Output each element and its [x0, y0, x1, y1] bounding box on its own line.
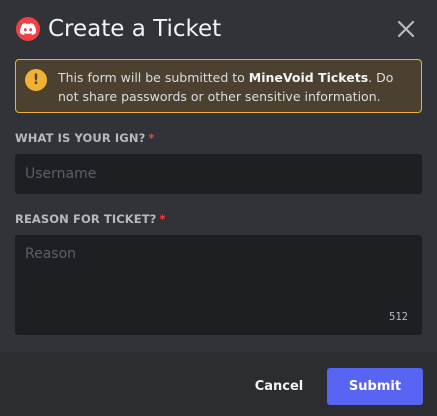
warning-text: This form will be submitted to MineVoid … — [58, 68, 413, 106]
ign-input[interactable] — [15, 154, 422, 194]
reason-textarea[interactable] — [15, 235, 422, 335]
exclamation-icon: ! — [25, 69, 47, 91]
required-marker: * — [159, 212, 166, 226]
create-ticket-modal: Create a Ticket ! This form will be subm… — [0, 0, 437, 416]
ign-label-text: WHAT IS YOUR IGN? — [15, 131, 146, 145]
warning-text-start: This form will be submitted to — [58, 70, 249, 85]
submit-button[interactable]: Submit — [327, 368, 423, 405]
character-counter: 512 — [389, 311, 408, 323]
modal-title: Create a Ticket — [48, 16, 222, 42]
ign-field-label: WHAT IS YOUR IGN? * — [15, 131, 154, 145]
discord-icon — [16, 17, 40, 41]
reason-label-text: REASON FOR TICKET? — [15, 212, 157, 226]
warning-notice: ! This form will be submitted to MineVoi… — [15, 59, 422, 113]
warning-app-name: MineVoid Tickets — [248, 70, 369, 85]
modal-footer: Cancel Submit — [0, 352, 437, 416]
cancel-button[interactable]: Cancel — [246, 368, 312, 404]
required-marker: * — [148, 131, 155, 145]
close-icon[interactable] — [395, 18, 417, 40]
modal-header: Create a Ticket — [0, 0, 437, 58]
reason-field-label: REASON FOR TICKET? * — [15, 212, 166, 226]
